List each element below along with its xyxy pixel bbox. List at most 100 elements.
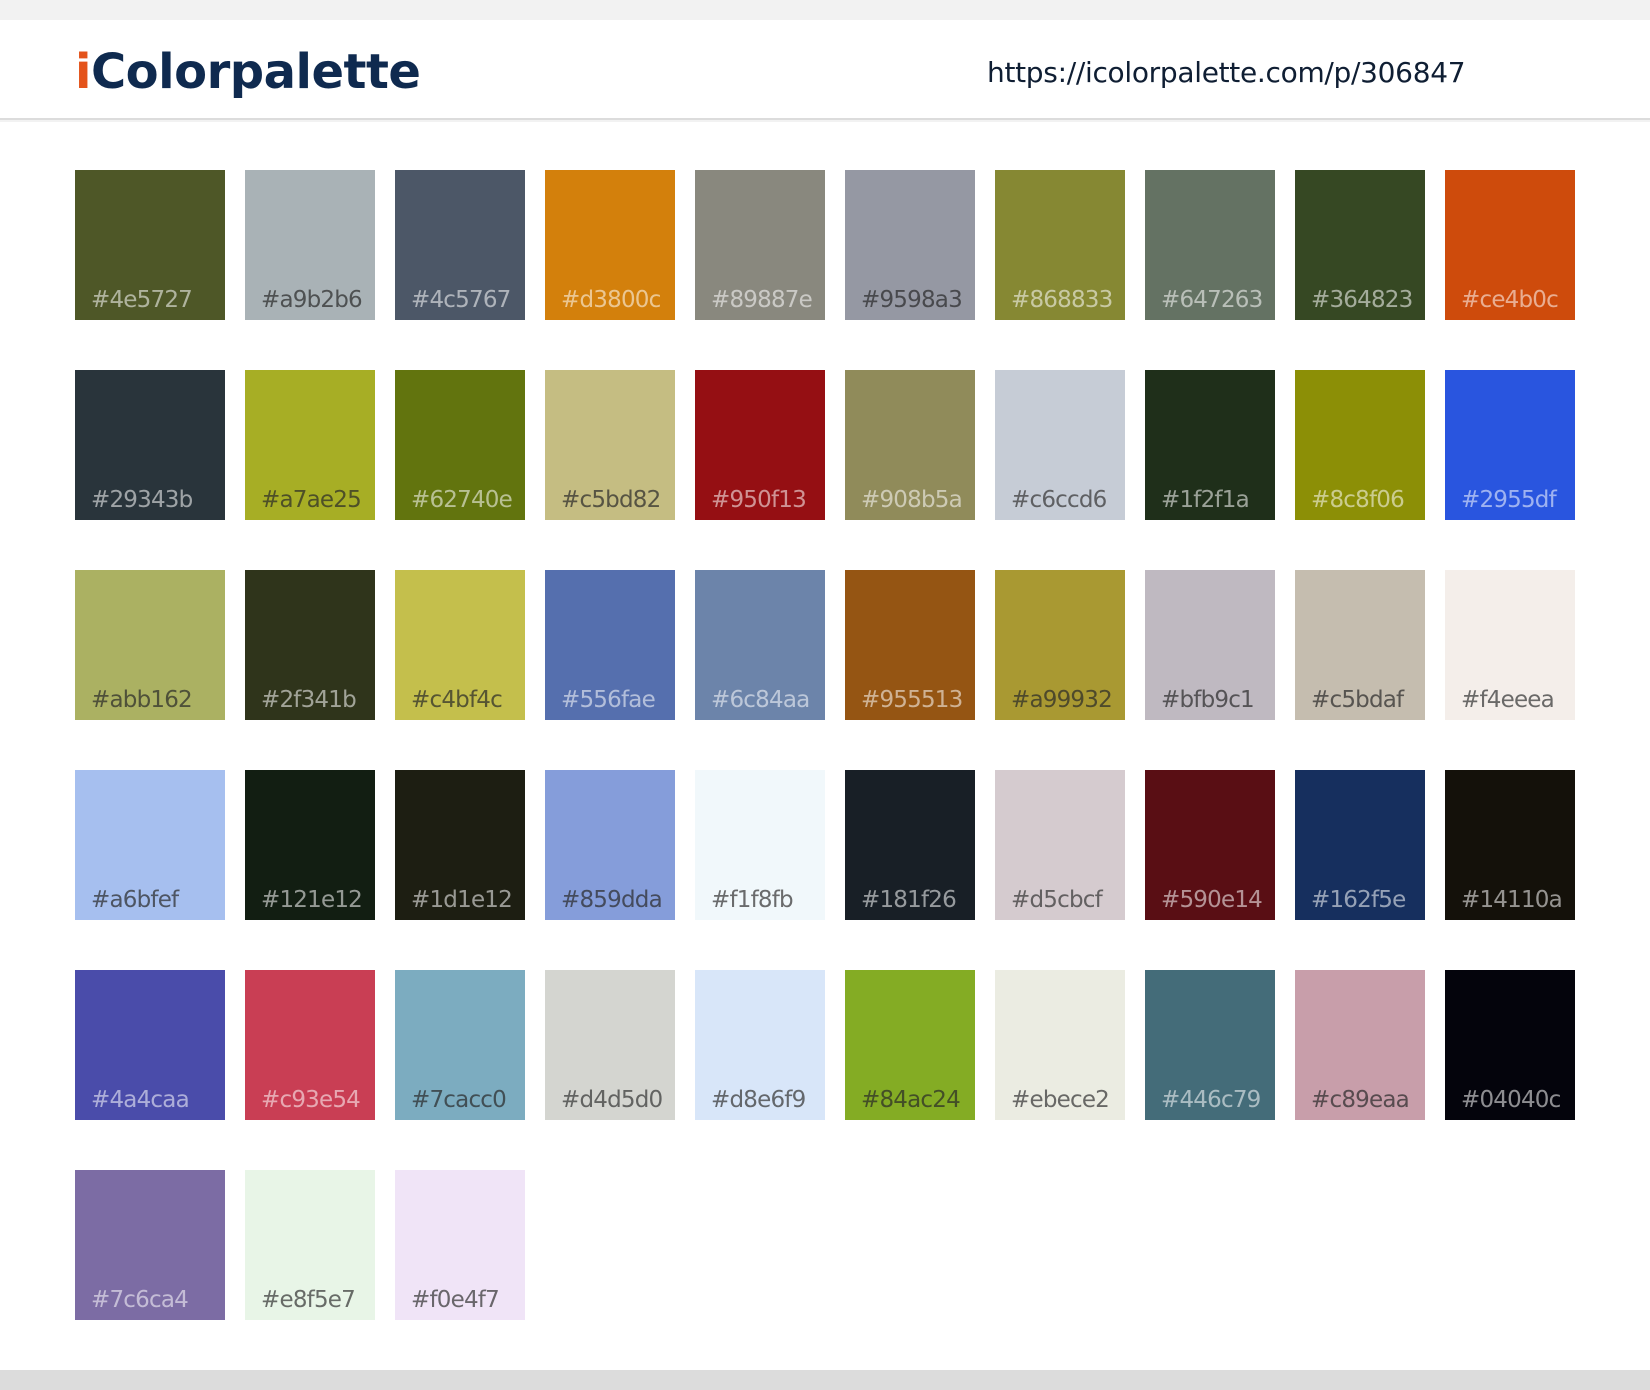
swatch-hex-label: #c6ccd6 [1011,487,1107,513]
color-swatch[interactable]: #c4bf4c [395,570,525,720]
logo-i: i [75,44,91,100]
swatch-hex-label: #908b5a [861,487,963,513]
swatch-hex-label: #950f13 [711,487,807,513]
color-swatch[interactable]: #c89eaa [1295,970,1425,1120]
swatch-hex-label: #868833 [1011,287,1113,313]
site-header: iColorpalette https://icolorpalette.com/… [0,20,1650,120]
color-swatch[interactable]: #29343b [75,370,225,520]
color-swatch[interactable]: #4a4caa [75,970,225,1120]
color-swatch[interactable]: #14110a [1445,770,1575,920]
top-strip [0,0,1650,20]
swatch-hex-label: #162f5e [1311,887,1406,913]
swatch-hex-label: #556fae [561,687,656,713]
color-swatch[interactable]: #9598a3 [845,170,975,320]
color-swatch[interactable]: #955513 [845,570,975,720]
color-swatch[interactable]: #162f5e [1295,770,1425,920]
color-swatch[interactable]: #f4eeea [1445,570,1575,720]
color-swatch[interactable]: #89887e [695,170,825,320]
color-swatch[interactable]: #1f2f1a [1145,370,1275,520]
swatch-hex-label: #8c8f06 [1311,487,1405,513]
color-swatch[interactable]: #d8e6f9 [695,970,825,1120]
color-swatch[interactable]: #04040c [1445,970,1575,1120]
color-swatch[interactable]: #556fae [545,570,675,720]
color-swatch[interactable]: #950f13 [695,370,825,520]
color-swatch[interactable]: #364823 [1295,170,1425,320]
color-swatch[interactable]: #a7ae25 [245,370,375,520]
color-swatch[interactable]: #8c8f06 [1295,370,1425,520]
swatch-hex-label: #ebece2 [1011,1087,1110,1113]
swatch-hex-label: #f1f8fb [711,887,794,913]
color-swatch[interactable]: #647263 [1145,170,1275,320]
bottom-strip [0,1370,1650,1390]
color-swatch[interactable]: #bfb9c1 [1145,570,1275,720]
palette-url: https://icolorpalette.com/p/306847 [987,56,1466,89]
color-swatch[interactable]: #4c5767 [395,170,525,320]
color-swatch[interactable]: #e8f5e7 [245,1170,375,1320]
color-swatch[interactable]: #a99932 [995,570,1125,720]
color-swatch[interactable]: #84ac24 [845,970,975,1120]
swatch-hex-label: #a7ae25 [261,487,362,513]
swatch-hex-label: #29343b [91,487,193,513]
swatch-hex-label: #a99932 [1011,687,1113,713]
swatch-hex-label: #7cacc0 [411,1087,507,1113]
swatch-hex-label: #4c5767 [411,287,511,313]
swatch-hex-label: #e8f5e7 [261,1287,356,1313]
swatch-hex-label: #1d1e12 [411,887,513,913]
color-swatch[interactable]: #f1f8fb [695,770,825,920]
color-swatch[interactable]: #a9b2b6 [245,170,375,320]
swatch-hex-label: #a6bfef [91,887,179,913]
color-swatch[interactable]: #c5bd82 [545,370,675,520]
color-swatch[interactable]: #d4d5d0 [545,970,675,1120]
color-swatch[interactable]: #868833 [995,170,1125,320]
color-swatch[interactable]: #c93e54 [245,970,375,1120]
color-swatch[interactable]: #4e5727 [75,170,225,320]
color-swatch[interactable]: #abb162 [75,570,225,720]
color-swatch[interactable]: #ebece2 [995,970,1125,1120]
swatch-hex-label: #c5bd82 [561,487,661,513]
color-swatch[interactable]: #859dda [545,770,675,920]
color-swatch[interactable]: #7cacc0 [395,970,525,1120]
swatch-hex-label: #9598a3 [861,287,963,313]
color-swatch[interactable]: #62740e [395,370,525,520]
color-swatch[interactable]: #908b5a [845,370,975,520]
color-swatch[interactable]: #f0e4f7 [395,1170,525,1320]
color-swatch[interactable]: #d3800c [545,170,675,320]
swatch-hex-label: #d3800c [561,287,661,313]
swatch-hex-label: #d4d5d0 [561,1087,663,1113]
color-swatch[interactable]: #1d1e12 [395,770,525,920]
swatch-hex-label: #446c79 [1161,1087,1261,1113]
swatch-hex-label: #859dda [561,887,663,913]
swatch-hex-label: #62740e [411,487,513,513]
swatch-hex-label: #ce4b0c [1461,287,1559,313]
swatch-hex-label: #955513 [861,687,963,713]
color-swatch[interactable]: #446c79 [1145,970,1275,1120]
color-swatch[interactable]: #2955df [1445,370,1575,520]
color-swatch[interactable]: #d5cbcf [995,770,1125,920]
swatch-hex-label: #181f26 [861,887,957,913]
swatch-hex-label: #04040c [1461,1087,1561,1113]
swatch-grid: #4e5727 #a9b2b6 #4c5767 #d3800c #89887e #9598… [0,122,1650,1370]
color-swatch[interactable]: #6c84aa [695,570,825,720]
swatch-hex-label: #d5cbcf [1011,887,1103,913]
swatch-hex-label: #647263 [1161,287,1263,313]
color-swatch[interactable]: #2f341b [245,570,375,720]
color-swatch[interactable]: #121e12 [245,770,375,920]
logo-text: Colorpalette [90,44,421,100]
swatch-hex-label: #2f341b [261,687,357,713]
color-swatch[interactable]: #c6ccd6 [995,370,1125,520]
swatch-hex-label: #2955df [1461,487,1557,513]
color-swatch[interactable]: #590e14 [1145,770,1275,920]
color-swatch[interactable]: #a6bfef [75,770,225,920]
swatch-hex-label: #14110a [1461,887,1563,913]
color-swatch[interactable]: #181f26 [845,770,975,920]
swatch-hex-label: #590e14 [1161,887,1263,913]
color-swatch[interactable]: #ce4b0c [1445,170,1575,320]
color-swatch[interactable]: #7c6ca4 [75,1170,225,1320]
swatch-hex-label: #89887e [711,287,813,313]
swatch-hex-label: #f0e4f7 [411,1287,500,1313]
color-swatch[interactable]: #c5bdaf [1295,570,1425,720]
palette-area: #4e5727 #a9b2b6 #4c5767 #d3800c #89887e #9598… [0,122,1650,1370]
swatch-hex-label: #7c6ca4 [91,1287,189,1313]
swatch-hex-label: #4e5727 [91,287,193,313]
site-logo[interactable]: iColorpalette [75,48,421,96]
